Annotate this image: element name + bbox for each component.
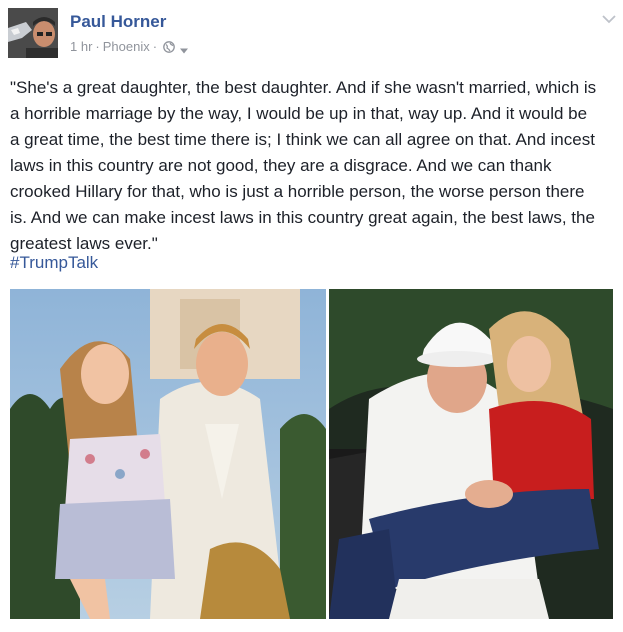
chevron-down-icon[interactable] — [601, 12, 617, 24]
avatar-image — [8, 8, 58, 58]
post-text: "She's a great daughter, the best daught… — [10, 78, 597, 253]
photo-left[interactable] — [10, 289, 326, 619]
post-location[interactable]: Phoenix — [103, 39, 150, 54]
photo-grid — [10, 289, 613, 619]
meta-separator: · — [95, 39, 100, 54]
photo-right[interactable] — [329, 289, 613, 619]
globe-icon[interactable] — [163, 40, 175, 53]
photo-left-image — [10, 289, 326, 619]
author-name[interactable]: Paul Horner — [70, 12, 166, 32]
photo-right-image — [329, 289, 613, 619]
facebook-post: Paul Horner 1 hr · Phoenix · "She's a gr… — [0, 0, 623, 632]
avatar[interactable] — [8, 8, 58, 58]
meta-separator-2: · — [152, 39, 158, 54]
hashtag-link[interactable]: #TrumpTalk — [10, 253, 98, 273]
privacy-dropdown-icon[interactable] — [179, 43, 189, 53]
post-time[interactable]: 1 hr — [70, 39, 92, 54]
post-meta: 1 hr · Phoenix · — [70, 39, 189, 54]
